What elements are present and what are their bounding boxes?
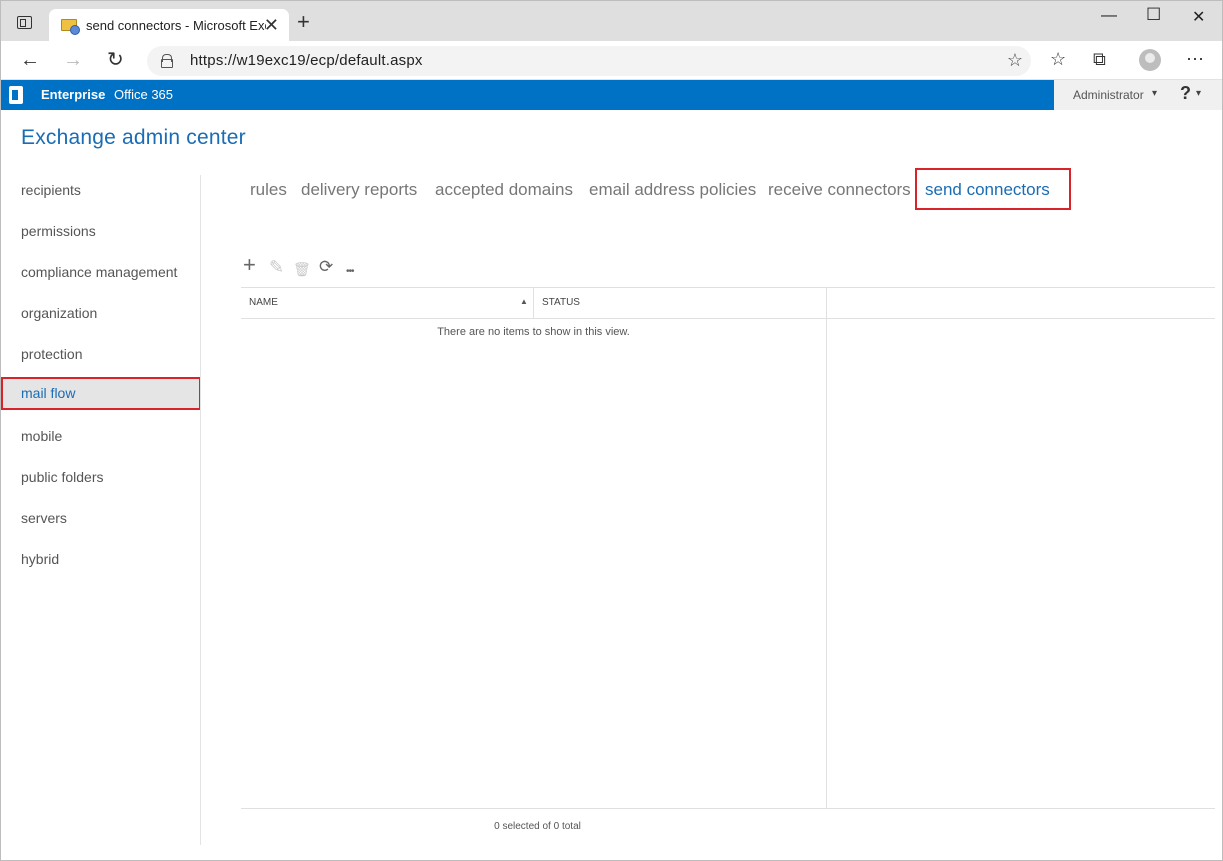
browser-navbar: ← → ↻ https://w19exc19/ecp/default.aspx … [0,41,1223,80]
tab-title: send connectors - Microsoft Exchange [86,18,266,33]
nav-item-mail-flow[interactable]: mail flow [1,377,201,410]
edit-icon[interactable]: ✎ [269,257,284,277]
nav-item-mobile[interactable]: mobile [1,420,201,453]
exchange-favicon-icon [61,19,80,35]
nav-item-recipients[interactable]: recipients [1,174,201,207]
new-tab-icon[interactable]: + [297,11,310,33]
grid-header-border [241,318,1215,319]
favorites-icon[interactable]: ☆ [1050,49,1066,70]
nav-item-organization[interactable]: organization [1,297,201,330]
tab-rules[interactable]: rules [250,180,287,200]
grid-header: NAME ▲ STATUS [241,288,826,318]
left-nav-divider [200,175,201,845]
minimize-icon[interactable]: — [1101,7,1117,25]
forward-icon[interactable]: → [63,48,83,72]
user-name[interactable]: Administrator [1073,88,1144,102]
address-bar[interactable]: https://w19exc19/ecp/default.aspx ☆ [147,46,1031,76]
nav-item-servers[interactable]: servers [1,502,201,535]
nav-item-permissions[interactable]: permissions [1,215,201,248]
tab-close-icon[interactable]: ✕ [264,15,279,35]
column-separator[interactable] [533,288,534,318]
add-icon[interactable]: + [243,254,256,276]
collections-icon[interactable]: ⧉ [1093,49,1106,70]
selection-count: 0 selected of 0 total [494,821,581,832]
browser-tab[interactable]: send connectors - Microsoft Exchange ✕ [49,9,289,43]
help-icon[interactable]: ? [1180,83,1191,104]
nav-item-public-folders[interactable]: public folders [1,461,201,494]
user-caret-icon[interactable]: ▾ [1152,88,1157,99]
tab-receive-connectors[interactable]: receive connectors [768,180,911,200]
refresh-icon[interactable]: ↻ [107,48,124,72]
office-logo-icon[interactable] [9,86,23,104]
browser-tabstrip: send connectors - Microsoft Exchange ✕ +… [0,0,1223,43]
more-options-icon[interactable]: ••• [346,262,354,282]
refresh-list-icon[interactable]: ⟳ [319,257,333,277]
add-favorite-icon[interactable]: ☆ [1007,50,1023,71]
delete-icon[interactable]: 🗑 [293,259,311,279]
tab-delivery-reports[interactable]: delivery reports [301,180,417,200]
selected-tab-highlight [915,168,1071,210]
empty-list-message: There are no items to show in this view. [437,326,630,338]
url-text[interactable]: https://w19exc19/ecp/default.aspx [190,52,423,69]
close-window-icon[interactable]: ✕ [1192,7,1205,27]
page-title: Exchange admin center [21,126,246,149]
tab-email-address-policies[interactable]: email address policies [589,180,756,200]
maximize-icon[interactable]: ☐ [1146,5,1161,25]
office-appbar: Enterprise Office 365 [1,80,1054,110]
appbar-link-office365[interactable]: Office 365 [114,87,173,102]
nav-item-hybrid[interactable]: hybrid [1,543,201,576]
details-pane-divider [826,288,827,808]
user-menu[interactable]: Administrator ▾ ? ▾ [1054,80,1222,110]
help-caret-icon[interactable]: ▾ [1196,88,1201,99]
grid-bottom-border [241,808,1215,809]
tab-accepted-domains[interactable]: accepted domains [435,180,573,200]
back-icon[interactable]: ← [20,48,40,72]
settings-more-icon[interactable]: ⋯ [1186,49,1204,70]
tab-actions-icon[interactable] [17,16,32,29]
lock-icon[interactable] [161,54,173,68]
column-header-name[interactable]: NAME [249,297,278,308]
appbar-link-enterprise[interactable]: Enterprise [41,87,105,102]
sort-ascending-icon[interactable]: ▲ [520,297,528,306]
profile-avatar[interactable] [1139,49,1161,71]
nav-item-protection[interactable]: protection [1,338,201,371]
column-header-status[interactable]: STATUS [542,297,580,308]
nav-item-compliance-management[interactable]: compliance management [1,256,201,289]
